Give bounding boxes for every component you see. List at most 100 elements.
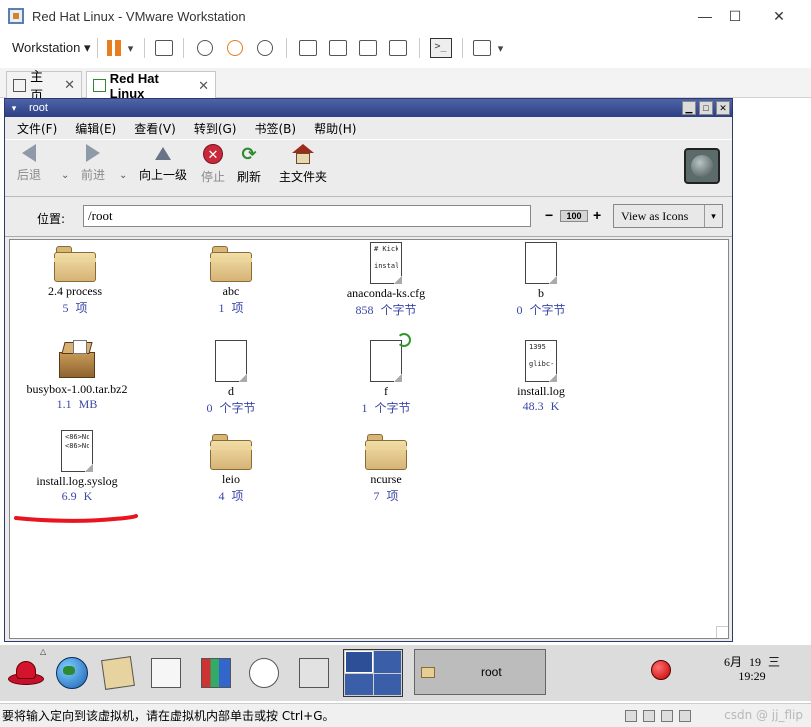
revert-snapshot-button[interactable]: [220, 36, 250, 60]
file-manager-toolbar: 后退 ⌄ 前进 ⌄ 向上一级 ✕ 停止 ⟳ 刷新 主文件夹: [5, 139, 732, 197]
window-menu-button[interactable]: ▾: [7, 101, 21, 115]
pause-button[interactable]: [104, 36, 124, 60]
menu-bookmarks[interactable]: 书签(B): [254, 120, 296, 137]
workspace-1[interactable]: [345, 651, 373, 673]
file-item[interactable]: busybox-1.00.tar.bz2 1.1 MB: [12, 340, 142, 412]
file-item[interactable]: leio 4 项: [166, 430, 296, 504]
snapshot-manager-icon: [256, 40, 273, 56]
file-item[interactable]: b 0 个字节: [476, 242, 606, 318]
pause-menu-caret[interactable]: ▾: [124, 36, 138, 60]
window-maximize-button[interactable]: □: [699, 101, 713, 115]
menu-edit[interactable]: 编辑(E): [75, 120, 116, 137]
file-name: f: [384, 384, 388, 398]
file-icon-view[interactable]: 2.4 process 5 项 abc 1 项 # Kick install a…: [9, 239, 729, 639]
up-button[interactable]: 向上一级: [139, 144, 187, 183]
stretch-menu-caret[interactable]: ▾: [495, 36, 507, 60]
workspace-3[interactable]: [345, 673, 373, 695]
toolbar-divider: [143, 38, 145, 58]
workspace-switcher[interactable]: [343, 649, 403, 697]
file-manager-title: root: [29, 102, 48, 114]
file-item[interactable]: <86>Nc <86>Nc install.log.syslog 6.9 K: [12, 430, 142, 504]
stop-button[interactable]: ✕ 停止: [201, 144, 225, 185]
file-item[interactable]: # Kick install anaconda-ks.cfg 858 个字节: [321, 242, 451, 318]
zoom-out-button[interactable]: −: [545, 207, 553, 223]
writer-launcher[interactable]: [146, 653, 186, 693]
web-browser-launcher[interactable]: [52, 653, 92, 693]
file-item[interactable]: f 1 个字节: [321, 333, 451, 416]
close-icon[interactable]: ✕: [64, 77, 75, 93]
window-minimize-button[interactable]: ▁: [682, 101, 696, 115]
view-as-select[interactable]: View as Icons ▾: [613, 204, 723, 228]
send-ctrl-alt-del-button[interactable]: [151, 36, 177, 60]
forward-history-caret[interactable]: ⌄: [119, 170, 127, 181]
file-info: 7 项: [373, 489, 399, 503]
presentation-launcher[interactable]: [196, 653, 236, 693]
file-item[interactable]: 1395 glibc- install.log 48.3 K: [476, 340, 606, 414]
close-window-button[interactable]: ✕: [757, 0, 801, 32]
vmware-app-icon: [8, 8, 24, 24]
usb-icon[interactable]: [679, 710, 691, 722]
main-menu-button[interactable]: [6, 653, 46, 693]
show-library-button[interactable]: [293, 36, 323, 60]
file-name: abc: [222, 284, 240, 298]
full-screen-button[interactable]: [353, 36, 383, 60]
spreadsheet-launcher[interactable]: [244, 653, 284, 693]
workspace-2[interactable]: [373, 651, 401, 673]
back-history-caret[interactable]: ⌄: [61, 170, 69, 181]
toolbar-divider: [461, 38, 463, 58]
menu-file[interactable]: 文件(F): [17, 120, 57, 137]
taskbar-item-root[interactable]: root: [414, 649, 546, 695]
network-adapter-icon[interactable]: [661, 710, 673, 722]
folder-icon: [210, 242, 252, 282]
console-view-button[interactable]: >_: [426, 36, 456, 60]
mail-launcher[interactable]: [98, 653, 138, 693]
file-item[interactable]: abc 1 项: [166, 242, 296, 316]
red-underline-annotation: [14, 514, 138, 523]
maximize-button[interactable]: ☐: [713, 0, 757, 32]
print-manager-launcher[interactable]: [294, 653, 334, 693]
tab-vm-label: Red Hat Linux: [109, 70, 159, 101]
menu-go[interactable]: 转到(G): [194, 120, 237, 137]
location-input[interactable]: /root: [83, 205, 531, 227]
home-label: 主文件夹: [279, 170, 328, 184]
hard-disk-icon[interactable]: [625, 710, 637, 722]
file-name: install.log: [517, 384, 565, 398]
menu-view[interactable]: 查看(V): [134, 120, 176, 137]
file-info: 0 个字节: [206, 401, 256, 415]
tab-home[interactable]: 主页 ✕: [6, 69, 82, 103]
file-manager-titlebar[interactable]: ▾ root ▁ □ ✕: [5, 99, 732, 117]
file-item[interactable]: ncurse 7 项: [321, 430, 451, 504]
zoom-level[interactable]: 100: [560, 210, 588, 222]
update-alert-icon[interactable]: [651, 660, 671, 680]
forward-button[interactable]: 前进: [81, 144, 105, 183]
workstation-menu-button[interactable]: Workstation ▾: [12, 36, 91, 60]
stretch-icon: [472, 40, 491, 56]
home-button[interactable]: 主文件夹: [279, 144, 327, 185]
cd-rom-icon[interactable]: [643, 710, 655, 722]
tab-red-hat-linux[interactable]: Red Hat Linux ✕: [86, 70, 216, 101]
back-button[interactable]: 后退: [17, 144, 41, 183]
vm-running-icon: [93, 79, 106, 92]
toolbar-divider: [285, 38, 287, 58]
status-message: 要将输入定向到该虚拟机，请在虚拟机内部单击或按 Ctrl+G。: [2, 709, 335, 723]
workspace-4[interactable]: [373, 673, 401, 695]
close-icon[interactable]: ✕: [198, 78, 209, 94]
snapshot-manager-button[interactable]: [250, 36, 280, 60]
fullscreen-icon: [358, 40, 377, 56]
menu-help[interactable]: 帮助(H): [314, 120, 356, 137]
blank-file-icon: [215, 340, 247, 382]
unity-icon: [388, 40, 407, 56]
reload-button[interactable]: ⟳ 刷新: [237, 144, 261, 185]
zoom-in-button[interactable]: +: [593, 207, 601, 223]
stretch-guest-button[interactable]: [469, 36, 495, 60]
file-item[interactable]: 2.4 process 5 项: [10, 242, 140, 316]
unity-button[interactable]: [383, 36, 413, 60]
thumbnail-bar-button[interactable]: [323, 36, 353, 60]
resize-grip[interactable]: [716, 626, 728, 638]
window-close-button[interactable]: ✕: [716, 101, 730, 115]
guest-display[interactable]: ▾ root ▁ □ ✕ 文件(F) 编辑(E) 查看(V) 转到(G) 书签(…: [0, 98, 811, 703]
panel-clock[interactable]: 6月 19 三 19:29: [700, 655, 804, 683]
snapshot-button[interactable]: [190, 36, 220, 60]
revert-icon: [226, 40, 243, 56]
file-item[interactable]: d 0 个字节: [166, 340, 296, 416]
